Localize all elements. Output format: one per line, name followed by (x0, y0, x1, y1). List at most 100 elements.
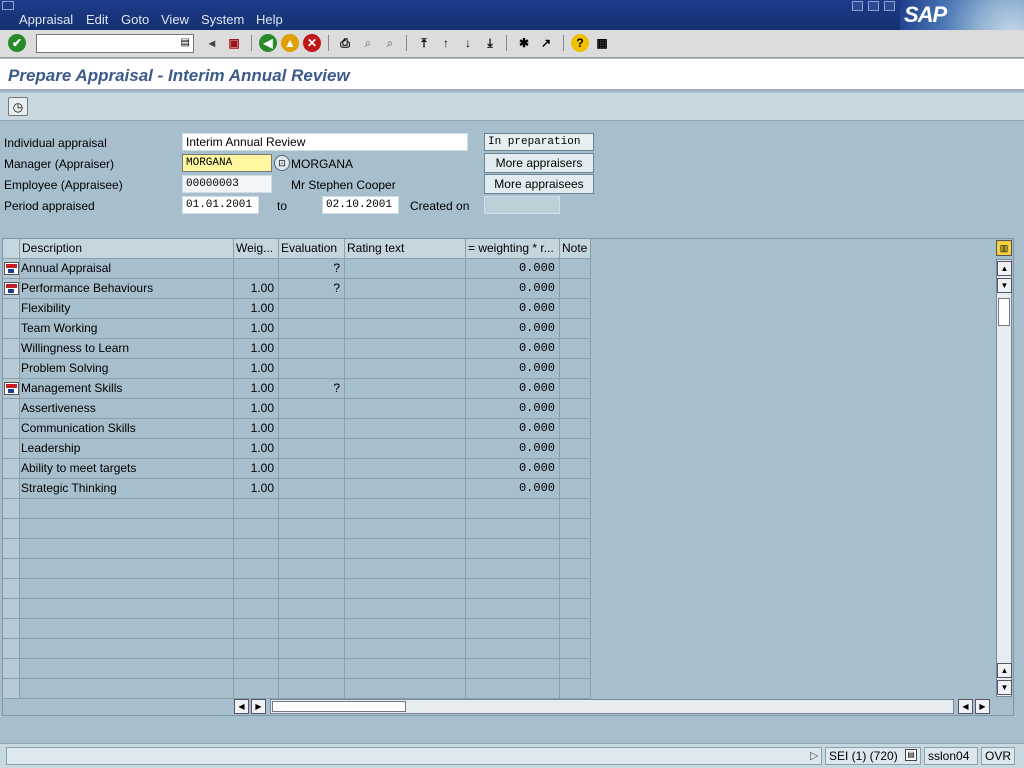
cell-note[interactable] (560, 559, 591, 579)
row-selector[interactable] (3, 439, 20, 459)
cell-evaluation[interactable] (279, 519, 345, 539)
cell-note[interactable] (560, 519, 591, 539)
window-menu-icon[interactable] (2, 1, 14, 10)
table-row[interactable]: Problem Solving 1.00 0.000 (3, 359, 593, 379)
row-selector[interactable] (3, 679, 20, 699)
row-selector[interactable] (3, 379, 20, 399)
cell-evaluation[interactable] (279, 619, 345, 639)
row-selector[interactable] (3, 399, 20, 419)
cell-evaluation[interactable]: ? (279, 379, 345, 399)
cell-evaluation[interactable] (279, 399, 345, 419)
cell-evaluation[interactable]: ? (279, 259, 345, 279)
cell-evaluation[interactable] (279, 579, 345, 599)
cell-evaluation[interactable] (279, 339, 345, 359)
cell-note[interactable] (560, 379, 591, 399)
cell-note[interactable] (560, 319, 591, 339)
table-row[interactable]: Flexibility 1.00 0.000 (3, 299, 593, 319)
cell-note[interactable] (560, 579, 591, 599)
menu-view[interactable]: View (161, 12, 189, 27)
table-row[interactable] (3, 639, 593, 659)
back-icon[interactable]: ◀ (259, 34, 277, 52)
more-appraisers-button[interactable]: More appraisers (484, 153, 594, 173)
cell-evaluation[interactable] (279, 639, 345, 659)
cell-note[interactable] (560, 459, 591, 479)
cell-evaluation[interactable] (279, 299, 345, 319)
shortcut-icon[interactable]: ↗ (537, 34, 555, 52)
table-settings-icon[interactable]: ▥ (996, 240, 1012, 256)
row-selector[interactable] (3, 539, 20, 559)
table-row[interactable]: Willingness to Learn 1.00 0.000 (3, 339, 593, 359)
last-page-icon[interactable]: ⤓ (481, 34, 499, 52)
status-expand-icon[interactable]: ▷ (810, 749, 818, 762)
manager-search-icon[interactable]: ⊡ (274, 155, 290, 171)
criteria-group-icon[interactable] (4, 262, 19, 275)
cell-note[interactable] (560, 279, 591, 299)
command-history-icon[interactable]: ▤ (181, 37, 190, 48)
cell-note[interactable] (560, 259, 591, 279)
table-row[interactable] (3, 679, 593, 699)
manager-input[interactable]: MORGANA (182, 154, 272, 172)
cell-evaluation[interactable] (279, 439, 345, 459)
table-row[interactable] (3, 579, 593, 599)
print-icon[interactable]: ⎙ (336, 34, 354, 52)
new-session-icon[interactable]: ✱ (515, 34, 533, 52)
collapse-icon[interactable]: ◂ (203, 34, 221, 52)
cell-evaluation[interactable] (279, 559, 345, 579)
row-selector[interactable] (3, 299, 20, 319)
cell-evaluation[interactable] (279, 419, 345, 439)
scroll-up-icon[interactable]: ▲ (997, 261, 1012, 276)
menu-system[interactable]: System (201, 12, 244, 27)
maximize-icon[interactable] (868, 1, 879, 11)
cell-evaluation[interactable] (279, 359, 345, 379)
close-window-icon[interactable] (884, 1, 895, 11)
table-row[interactable]: Annual Appraisal? 0.000 (3, 259, 593, 279)
column-evaluation[interactable]: Evaluation (279, 239, 345, 259)
cancel-icon[interactable]: ✕ (303, 34, 321, 52)
row-selector[interactable] (3, 339, 20, 359)
horizontal-scroll-thumb[interactable] (272, 701, 406, 712)
horizontal-scrollbar[interactable]: ◀ ▶ ◀ ▶ (234, 699, 994, 714)
cell-evaluation[interactable]: ? (279, 279, 345, 299)
system-info-menu-icon[interactable]: ▤ (905, 749, 917, 761)
scroll-right-icon[interactable]: ▶ (251, 699, 266, 714)
menu-edit[interactable]: Edit (86, 12, 108, 27)
row-selector[interactable] (3, 619, 20, 639)
table-row[interactable] (3, 559, 593, 579)
cell-note[interactable] (560, 679, 591, 699)
exit-icon[interactable]: ▲ (281, 34, 299, 52)
cell-evaluation[interactable] (279, 539, 345, 559)
table-row[interactable]: Leadership 1.00 0.000 (3, 439, 593, 459)
cell-note[interactable] (560, 339, 591, 359)
row-selector[interactable] (3, 499, 20, 519)
cell-evaluation[interactable] (279, 599, 345, 619)
row-selector[interactable] (3, 559, 20, 579)
vertical-scroll-thumb[interactable] (998, 298, 1010, 326)
command-field[interactable]: ▤ (36, 34, 194, 53)
first-page-icon[interactable]: ⤒ (415, 34, 433, 52)
table-row[interactable] (3, 499, 593, 519)
row-selector[interactable] (3, 639, 20, 659)
cell-evaluation[interactable] (279, 459, 345, 479)
cell-note[interactable] (560, 359, 591, 379)
cell-note[interactable] (560, 299, 591, 319)
cell-evaluation[interactable] (279, 319, 345, 339)
row-selector[interactable] (3, 519, 20, 539)
row-selector[interactable] (3, 459, 20, 479)
column-note[interactable]: Note (560, 239, 591, 259)
find-next-icon[interactable]: ⌕ (381, 34, 399, 52)
table-row[interactable]: Team Working 1.00 0.000 (3, 319, 593, 339)
vertical-scrollbar[interactable]: ▲ ▼ ▲ ▼ (996, 259, 1012, 697)
cell-evaluation[interactable] (279, 679, 345, 699)
scroll-page-down-icon[interactable]: ▼ (997, 278, 1012, 293)
column-description[interactable]: Description (20, 239, 234, 259)
row-selector[interactable] (3, 279, 20, 299)
table-row[interactable] (3, 539, 593, 559)
horizontal-scroll-track[interactable] (270, 699, 954, 714)
cell-note[interactable] (560, 659, 591, 679)
cell-evaluation[interactable] (279, 499, 345, 519)
column-weighted-score[interactable]: = weighting * r... (466, 239, 560, 259)
row-selector[interactable] (3, 419, 20, 439)
column-rating-text[interactable]: Rating text (345, 239, 466, 259)
table-row[interactable] (3, 519, 593, 539)
layout-menu-icon[interactable]: ▦ (593, 34, 611, 52)
